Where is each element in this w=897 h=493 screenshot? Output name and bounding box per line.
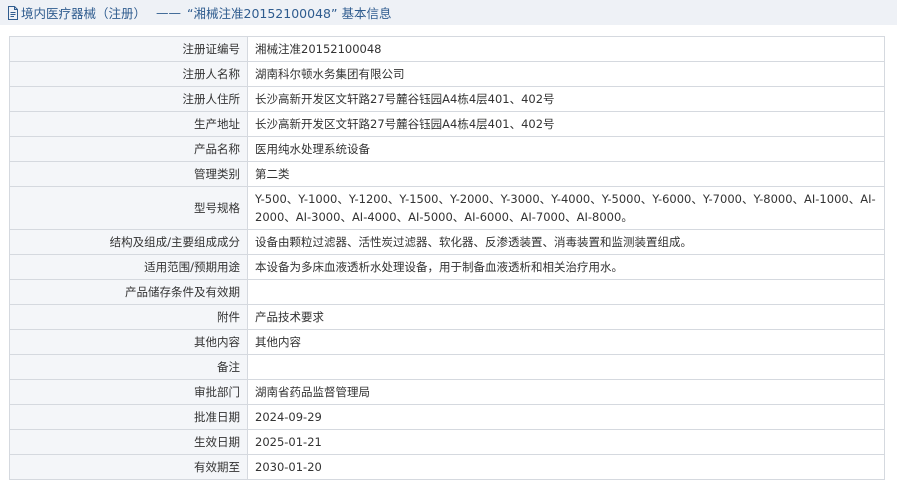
info-row-value: 其他内容 xyxy=(247,329,885,355)
info-row-label: 审批部门 xyxy=(9,379,248,405)
info-row: 生产地址 长沙高新开发区文轩路27号麓谷钰园A4栋4层401、402号 xyxy=(9,111,885,137)
info-row-label: 批准日期 xyxy=(9,404,248,430)
info-row-value: Y-500、Y-1000、Y-1200、Y-1500、Y-2000、Y-3000… xyxy=(247,186,885,230)
device-info-table: 注册证编号 湘械注准20152100048 注册人名称 湖南科尔顿水务集团有限公司 注册… xyxy=(9,36,885,480)
info-row: 产品储存条件及有效期 xyxy=(9,279,885,305)
info-row-label: 管理类别 xyxy=(9,161,248,187)
info-row-label: 附件 xyxy=(9,304,248,330)
info-row-value: 湖南科尔顿水务集团有限公司 xyxy=(247,61,885,87)
info-row-label: 生效日期 xyxy=(9,429,248,455)
info-row-value xyxy=(247,279,885,305)
info-row-label: 生产地址 xyxy=(9,111,248,137)
info-row-label: 产品储存条件及有效期 xyxy=(9,279,248,305)
header-title-suffix: 基本信息 xyxy=(341,6,392,21)
info-row: 管理类别 第二类 xyxy=(9,161,885,187)
info-row-value: 本设备为多床血液透析水处理设备，用于制备血液透析和相关治疗用水。 xyxy=(247,254,885,280)
info-row-label: 适用范围/预期用途 xyxy=(9,254,248,280)
info-row-value: 2024-09-29 xyxy=(247,404,885,430)
info-row-label: 注册人名称 xyxy=(9,61,248,87)
info-row-label: 备注 xyxy=(9,354,248,380)
info-row-label: 其他内容 xyxy=(9,329,248,355)
info-row-value: 湖南省药品监督管理局 xyxy=(247,379,885,405)
info-row-label: 注册证编号 xyxy=(9,36,248,62)
header-title-registration-number: “湘械注准20152100048” xyxy=(187,6,338,21)
info-row: 型号规格 Y-500、Y-1000、Y-1200、Y-1500、Y-2000、Y-… xyxy=(9,186,885,230)
info-row: 适用范围/预期用途 本设备为多床血液透析水处理设备，用于制备血液透析和相关治疗用水… xyxy=(9,254,885,280)
info-row-value: 第二类 xyxy=(247,161,885,187)
info-row: 其他内容 其他内容 xyxy=(9,329,885,355)
info-row-label: 产品名称 xyxy=(9,136,248,162)
info-row: 生效日期 2025-01-21 xyxy=(9,429,885,455)
info-row-label: 有效期至 xyxy=(9,454,248,480)
info-row-value: 设备由颗粒过滤器、活性炭过滤器、软化器、反渗透装置、消毒装置和监测装置组成。 xyxy=(247,229,885,255)
info-row: 审批部门 湖南省药品监督管理局 xyxy=(9,379,885,405)
info-row-value: 医用纯水处理系统设备 xyxy=(247,136,885,162)
info-row: 批准日期 2024-09-29 xyxy=(9,404,885,430)
document-icon xyxy=(7,5,19,20)
page-header: 境内医疗器械（注册） —— “湘械注准20152100048” 基本信息 xyxy=(0,0,897,25)
info-row-value xyxy=(247,354,885,380)
info-row-value: 2025-01-21 xyxy=(247,429,885,455)
info-row: 备注 xyxy=(9,354,885,380)
info-row-label: 结构及组成/主要组成成分 xyxy=(9,229,248,255)
header-title-separator: —— xyxy=(156,5,182,20)
page: 境内医疗器械（注册） —— “湘械注准20152100048” 基本信息 注册证… xyxy=(0,0,897,493)
info-row: 注册人名称 湖南科尔顿水务集团有限公司 xyxy=(9,61,885,87)
info-row: 附件 产品技术要求 xyxy=(9,304,885,330)
info-row: 注册证编号 湘械注准20152100048 xyxy=(9,36,885,62)
info-row: 结构及组成/主要组成成分 设备由颗粒过滤器、活性炭过滤器、软化器、反渗透装置、消毒… xyxy=(9,229,885,255)
info-row-value: 湘械注准20152100048 xyxy=(247,36,885,62)
info-row-value: 产品技术要求 xyxy=(247,304,885,330)
info-row-label: 型号规格 xyxy=(9,186,248,230)
header-title-main: 境内医疗器械（注册） xyxy=(21,6,147,21)
info-row-value: 长沙高新开发区文轩路27号麓谷钰园A4栋4层401、402号 xyxy=(247,111,885,137)
info-row-label: 注册人住所 xyxy=(9,86,248,112)
info-row: 注册人住所 长沙高新开发区文轩路27号麓谷钰园A4栋4层401、402号 xyxy=(9,86,885,112)
info-row: 产品名称 医用纯水处理系统设备 xyxy=(9,136,885,162)
info-row: 有效期至 2030-01-20 xyxy=(9,454,885,480)
info-row-value: 2030-01-20 xyxy=(247,454,885,480)
info-row-value: 长沙高新开发区文轩路27号麓谷钰园A4栋4层401、402号 xyxy=(247,86,885,112)
